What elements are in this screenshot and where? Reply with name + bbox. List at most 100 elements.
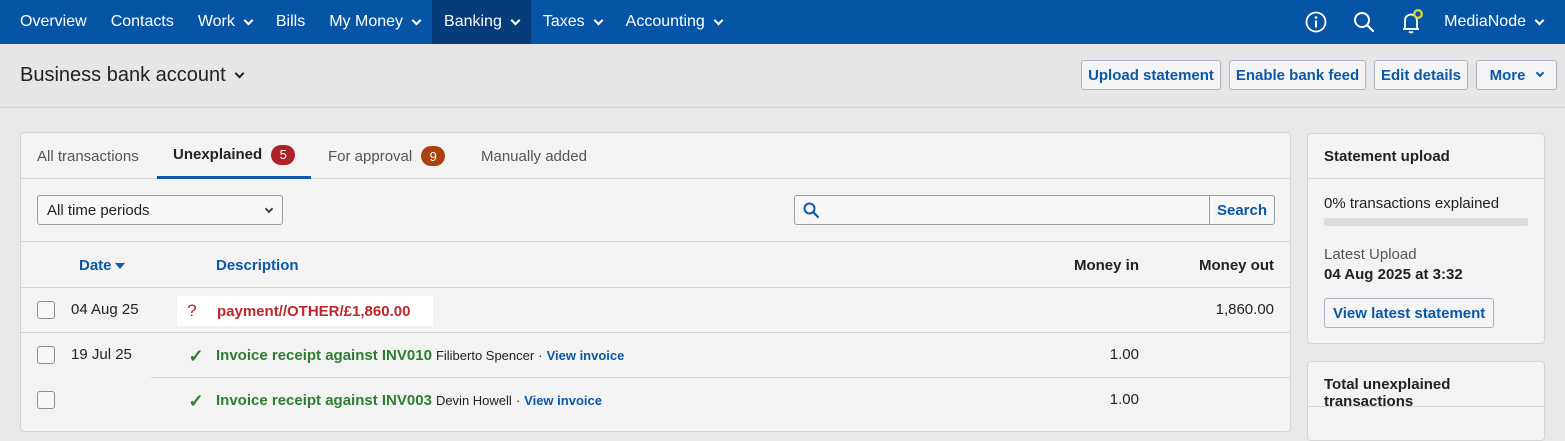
nav-banking[interactable]: Banking [432, 0, 531, 44]
view-invoice-link[interactable]: View invoice [547, 348, 625, 363]
tab-all-transactions[interactable]: All transactions [37, 133, 139, 179]
tab-bar: All transactions Unexplained 5 For appro… [21, 133, 1290, 179]
row-contact: Devin Howell [435, 393, 512, 408]
chevron-down-icon [234, 68, 245, 79]
row-description[interactable]: Invoice receipt against INV010 [216, 347, 432, 364]
view-latest-statement-button[interactable]: View latest statement [1324, 298, 1495, 328]
nav-accounting[interactable]: Accounting [614, 0, 734, 44]
transactions-card: All transactions Unexplained 5 For appro… [20, 132, 1291, 432]
panel-body: 0% transactions explained Latest Upload … [1308, 179, 1544, 344]
period-value: All time periods [47, 201, 150, 219]
search-button[interactable]: Search [1209, 196, 1274, 224]
row-description-line: Invoice receipt against INV003 Devin How… [216, 392, 602, 409]
chevron-down-icon [1536, 68, 1545, 78]
latest-upload-label: Latest Upload [1324, 246, 1417, 263]
enable-bank-feed-button[interactable]: Enable bank feed [1229, 60, 1366, 90]
chevron-down-icon [510, 15, 521, 25]
nav-label: Banking [444, 13, 502, 30]
question-mark-icon: ? [187, 301, 197, 320]
row-description[interactable]: Invoice receipt against INV003 [216, 392, 432, 409]
statement-upload-panel: Statement upload 0% transactions explain… [1307, 133, 1545, 344]
separator: · [515, 393, 521, 408]
nav-right: MediaNode [1292, 0, 1565, 44]
table-row[interactable]: 04 Aug 25 ? payment//OTHER/£1,860.00 1,8… [21, 288, 1290, 333]
nav-bills[interactable]: Bills [264, 0, 317, 44]
tab-for-approval[interactable]: For approval 9 [328, 133, 446, 179]
chevron-down-icon [411, 15, 422, 25]
search-icon[interactable] [1340, 0, 1388, 44]
nav-label: Accounting [625, 13, 705, 30]
row-description-line: Invoice receipt against INV010 Filiberto… [216, 347, 624, 364]
page-header: Business bank account Upload statement E… [0, 44, 1565, 108]
nav-label: My Money [329, 13, 404, 30]
search-box: Search [794, 195, 1275, 225]
explained-progress-bar [1324, 218, 1528, 226]
check-icon: ✓ [188, 346, 204, 366]
total-unexplained-panel: Total unexplained transactions [1307, 361, 1545, 441]
chevron-down-icon [1534, 15, 1545, 25]
more-button[interactable]: More [1476, 60, 1557, 90]
filter-row: All time periods Search [21, 179, 1290, 242]
page-title: Business bank account [20, 64, 226, 86]
count-badge: 5 [271, 144, 296, 165]
tab-label: Unexplained [173, 146, 263, 163]
explained-percent-text: 0% transactions explained [1324, 195, 1500, 212]
count-badge: 9 [421, 146, 446, 166]
nav-overview[interactable]: Overview [0, 0, 99, 44]
nav-label: Taxes [542, 13, 585, 30]
check-icon: ✓ [188, 391, 204, 411]
user-name: MediaNode [1444, 13, 1526, 30]
description-column-header[interactable]: Description [216, 257, 299, 274]
more-label: More [1489, 66, 1526, 84]
tab-label: Manually added [481, 147, 587, 165]
row-checkbox[interactable] [37, 346, 55, 364]
nav-work[interactable]: Work [186, 0, 264, 44]
unexplained-highlight: ? payment//OTHER/£1,860.00 [177, 296, 433, 326]
row-contact: Filiberto Spencer [435, 348, 535, 363]
tab-label: For approval [328, 147, 413, 165]
info-icon[interactable] [1292, 0, 1340, 44]
nav-label: Contacts [110, 13, 174, 30]
row-description[interactable]: payment//OTHER/£1,860.00 [217, 303, 410, 320]
row-checkbox[interactable] [37, 301, 55, 319]
tab-manually-added[interactable]: Manually added [481, 133, 587, 179]
row-date: 04 Aug 25 [71, 301, 139, 318]
tab-unexplained[interactable]: Unexplained 5 [157, 133, 312, 179]
bell-icon[interactable] [1388, 0, 1436, 44]
top-nav: Overview Contacts Work Bills My Money Ba… [0, 0, 1565, 44]
chevron-down-icon [593, 15, 604, 25]
separator: · [538, 348, 543, 363]
money-in-column-header: Money in [1073, 257, 1139, 274]
tab-label: All transactions [37, 147, 139, 165]
chevron-down-icon [243, 15, 254, 25]
chevron-down-icon [713, 15, 724, 25]
table-row[interactable]: ✓ Invoice receipt against INV003 Devin H… [21, 378, 1290, 423]
view-invoice-link[interactable]: View invoice [524, 393, 602, 408]
nav-label: Bills [275, 13, 306, 30]
table-row[interactable]: 19 Jul 25 ✓ Invoice receipt against INV0… [21, 333, 1290, 378]
chevron-down-icon [264, 204, 274, 214]
nav-contacts[interactable]: Contacts [99, 0, 186, 44]
nav-my-money[interactable]: My Money [317, 0, 432, 44]
user-menu[interactable]: MediaNode [1444, 13, 1545, 31]
row-checkbox[interactable] [37, 391, 55, 409]
nav-label: Work [197, 13, 235, 30]
table-header: Date Description Money in Money out [21, 242, 1290, 288]
panel-title: Statement upload [1308, 134, 1544, 179]
row-money-in: 1.00 [1109, 346, 1139, 363]
row-money-out: 1,860.00 [1215, 301, 1274, 318]
latest-upload-value: 04 Aug 2025 at 3:32 [1324, 266, 1463, 283]
search-icon [795, 196, 827, 224]
money-out-column-header: Money out [1199, 257, 1274, 274]
upload-statement-button[interactable]: Upload statement [1081, 60, 1221, 90]
search-input[interactable] [827, 196, 1209, 224]
nav-taxes[interactable]: Taxes [531, 0, 614, 44]
edit-details-button[interactable]: Edit details [1374, 60, 1468, 90]
row-money-in: 1.00 [1109, 391, 1139, 408]
panel-title: Total unexplained transactions [1308, 362, 1544, 410]
column-label: Date [79, 257, 112, 274]
account-switcher[interactable]: Business bank account [20, 64, 245, 87]
date-column-header[interactable]: Date [79, 257, 125, 274]
row-date: 19 Jul 25 [71, 346, 132, 363]
period-select[interactable]: All time periods [37, 195, 283, 225]
